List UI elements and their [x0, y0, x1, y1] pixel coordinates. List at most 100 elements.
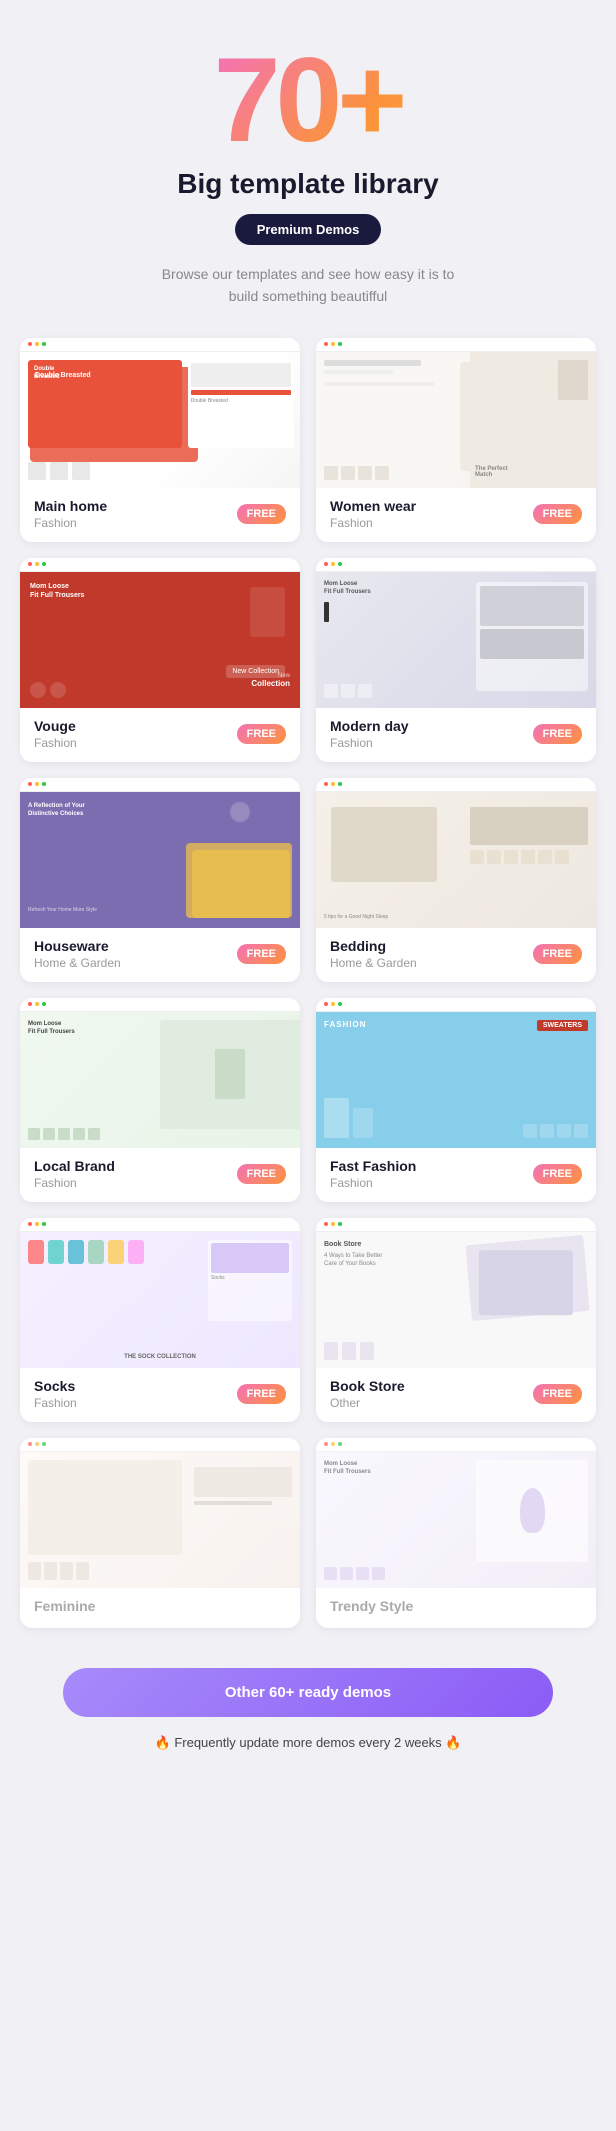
- browser-frame-women-wear: The PerfectMatch: [316, 338, 596, 488]
- card-name-book-store: Book Store: [330, 1378, 405, 1394]
- free-badge-fast-fashion: FREE: [533, 1164, 582, 1184]
- template-card-socks[interactable]: THE SOCK COLLECTION Socks Socks Fashion …: [20, 1218, 300, 1422]
- card-image-vouge: Mom LooseFit Full Trousers New Collectio…: [20, 558, 300, 708]
- card-image-bedding: 5 tips for a Good Night Sleep: [316, 778, 596, 928]
- card-text-socks: Socks Fashion: [34, 1378, 77, 1410]
- browser-frame-local-brand: Mom LooseFit Full Trousers: [20, 998, 300, 1148]
- free-badge-houseware: FREE: [237, 944, 286, 964]
- free-badge-socks: FREE: [237, 1384, 286, 1404]
- card-category-houseware: Home & Garden: [34, 956, 121, 970]
- browser-frame-socks: THE SOCK COLLECTION Socks: [20, 1218, 300, 1368]
- card-info-houseware: Houseware Home & Garden FREE: [20, 928, 300, 982]
- card-text-local-brand: Local Brand Fashion: [34, 1158, 115, 1190]
- template-card-trendy-style[interactable]: Mom LooseFit Full Trousers Trendy Style: [316, 1438, 596, 1628]
- update-notice: 🔥 Frequently update more demos every 2 w…: [20, 1735, 596, 1751]
- cta-section: Other 60+ ready demos 🔥 Frequently updat…: [20, 1668, 596, 1751]
- card-text-feminine: Feminine: [34, 1598, 95, 1616]
- hero-section: 70+ Big template library Premium Demos B…: [20, 40, 596, 308]
- free-badge-modern-day: FREE: [533, 724, 582, 744]
- hero-title: Big template library: [20, 168, 596, 200]
- template-card-vouge[interactable]: Mom LooseFit Full Trousers New Collectio…: [20, 558, 300, 762]
- card-info-book-store: Book Store Other FREE: [316, 1368, 596, 1422]
- template-card-houseware[interactable]: A Reflection of YourDistinctive Choices …: [20, 778, 300, 982]
- card-category-bedding: Home & Garden: [330, 956, 417, 970]
- card-text-houseware: Houseware Home & Garden: [34, 938, 121, 970]
- template-card-fast-fashion[interactable]: FASHION SWEATERS Fast Fashion F: [316, 998, 596, 1202]
- card-name-modern-day: Modern day: [330, 718, 409, 734]
- card-category-main-home: Fashion: [34, 516, 107, 530]
- card-image-trendy-style: Mom LooseFit Full Trousers: [316, 1438, 596, 1588]
- card-image-women-wear: The PerfectMatch: [316, 338, 596, 488]
- page-wrapper: 70+ Big template library Premium Demos B…: [0, 0, 616, 1801]
- card-name-socks: Socks: [34, 1378, 77, 1394]
- template-card-modern-day[interactable]: Mom LooseFit Full Trousers Modern day: [316, 558, 596, 762]
- card-image-socks: THE SOCK COLLECTION Socks: [20, 1218, 300, 1368]
- free-badge-book-store: FREE: [533, 1384, 582, 1404]
- card-name-houseware: Houseware: [34, 938, 121, 954]
- hero-description: Browse our templates and see how easy it…: [148, 263, 468, 308]
- template-grid: DoubleBreasted Double Breasted: [20, 338, 596, 1628]
- card-image-main-home: DoubleBreasted Double Breasted: [20, 338, 300, 488]
- hero-number: 70+: [20, 40, 596, 160]
- card-info-socks: Socks Fashion FREE: [20, 1368, 300, 1422]
- card-category-socks: Fashion: [34, 1396, 77, 1410]
- template-card-main-home[interactable]: DoubleBreasted Double Breasted: [20, 338, 300, 542]
- card-category-women-wear: Fashion: [330, 516, 416, 530]
- card-info-women-wear: Women wear Fashion FREE: [316, 488, 596, 542]
- card-category-modern-day: Fashion: [330, 736, 409, 750]
- cta-button[interactable]: Other 60+ ready demos: [63, 1668, 553, 1717]
- browser-frame-feminine: [20, 1438, 300, 1588]
- card-image-feminine: [20, 1438, 300, 1588]
- card-name-women-wear: Women wear: [330, 498, 416, 514]
- browser-frame-vouge: Mom LooseFit Full Trousers New Collectio…: [20, 558, 300, 708]
- card-text-vouge: Vouge Fashion: [34, 718, 77, 750]
- premium-badge: Premium Demos: [235, 214, 382, 245]
- browser-frame-trendy-style: Mom LooseFit Full Trousers: [316, 1438, 596, 1588]
- card-image-fast-fashion: FASHION SWEATERS: [316, 998, 596, 1148]
- card-text-trendy-style: Trendy Style: [330, 1598, 413, 1616]
- free-badge-women-wear: FREE: [533, 504, 582, 524]
- template-card-feminine[interactable]: Feminine: [20, 1438, 300, 1628]
- card-text-main-home: Main home Fashion: [34, 498, 107, 530]
- free-badge-vouge: FREE: [237, 724, 286, 744]
- card-text-fast-fashion: Fast Fashion Fashion: [330, 1158, 416, 1190]
- card-image-houseware: A Reflection of YourDistinctive Choices …: [20, 778, 300, 928]
- free-badge-main-home: FREE: [237, 504, 286, 524]
- card-info-bedding: Bedding Home & Garden FREE: [316, 928, 596, 982]
- card-name-bedding: Bedding: [330, 938, 417, 954]
- browser-frame-book-store: Book Store 4 Ways to Take BetterCare of …: [316, 1218, 596, 1368]
- card-name-feminine: Feminine: [34, 1598, 95, 1614]
- card-name-vouge: Vouge: [34, 718, 77, 734]
- card-category-book-store: Other: [330, 1396, 405, 1410]
- card-text-modern-day: Modern day Fashion: [330, 718, 409, 750]
- card-info-modern-day: Modern day Fashion FREE: [316, 708, 596, 762]
- browser-frame-fast-fashion: FASHION SWEATERS: [316, 998, 596, 1148]
- card-name-fast-fashion: Fast Fashion: [330, 1158, 416, 1174]
- browser-frame-main-home: DoubleBreasted Double Breasted: [20, 338, 300, 488]
- template-card-book-store[interactable]: Book Store 4 Ways to Take BetterCare of …: [316, 1218, 596, 1422]
- free-badge-local-brand: FREE: [237, 1164, 286, 1184]
- card-category-local-brand: Fashion: [34, 1176, 115, 1190]
- card-info-fast-fashion: Fast Fashion Fashion FREE: [316, 1148, 596, 1202]
- card-info-main-home: Main home Fashion FREE: [20, 488, 300, 542]
- card-info-vouge: Vouge Fashion FREE: [20, 708, 300, 762]
- browser-frame-modern-day: Mom LooseFit Full Trousers: [316, 558, 596, 708]
- browser-frame-bedding: 5 tips for a Good Night Sleep: [316, 778, 596, 928]
- card-image-book-store: Book Store 4 Ways to Take BetterCare of …: [316, 1218, 596, 1368]
- card-image-modern-day: Mom LooseFit Full Trousers: [316, 558, 596, 708]
- template-card-women-wear[interactable]: The PerfectMatch Women wear Fashion FREE: [316, 338, 596, 542]
- card-name-local-brand: Local Brand: [34, 1158, 115, 1174]
- card-image-local-brand: Mom LooseFit Full Trousers: [20, 998, 300, 1148]
- card-info-trendy-style: Trendy Style: [316, 1588, 596, 1628]
- card-info-local-brand: Local Brand Fashion FREE: [20, 1148, 300, 1202]
- card-name-main-home: Main home: [34, 498, 107, 514]
- template-card-bedding[interactable]: 5 tips for a Good Night Sleep Bedding Ho…: [316, 778, 596, 982]
- browser-frame-houseware: A Reflection of YourDistinctive Choices …: [20, 778, 300, 928]
- card-info-feminine: Feminine: [20, 1588, 300, 1628]
- card-text-bedding: Bedding Home & Garden: [330, 938, 417, 970]
- card-name-trendy-style: Trendy Style: [330, 1598, 413, 1614]
- card-text-book-store: Book Store Other: [330, 1378, 405, 1410]
- template-card-local-brand[interactable]: Mom LooseFit Full Trousers Local Brand F…: [20, 998, 300, 1202]
- card-category-vouge: Fashion: [34, 736, 77, 750]
- free-badge-bedding: FREE: [533, 944, 582, 964]
